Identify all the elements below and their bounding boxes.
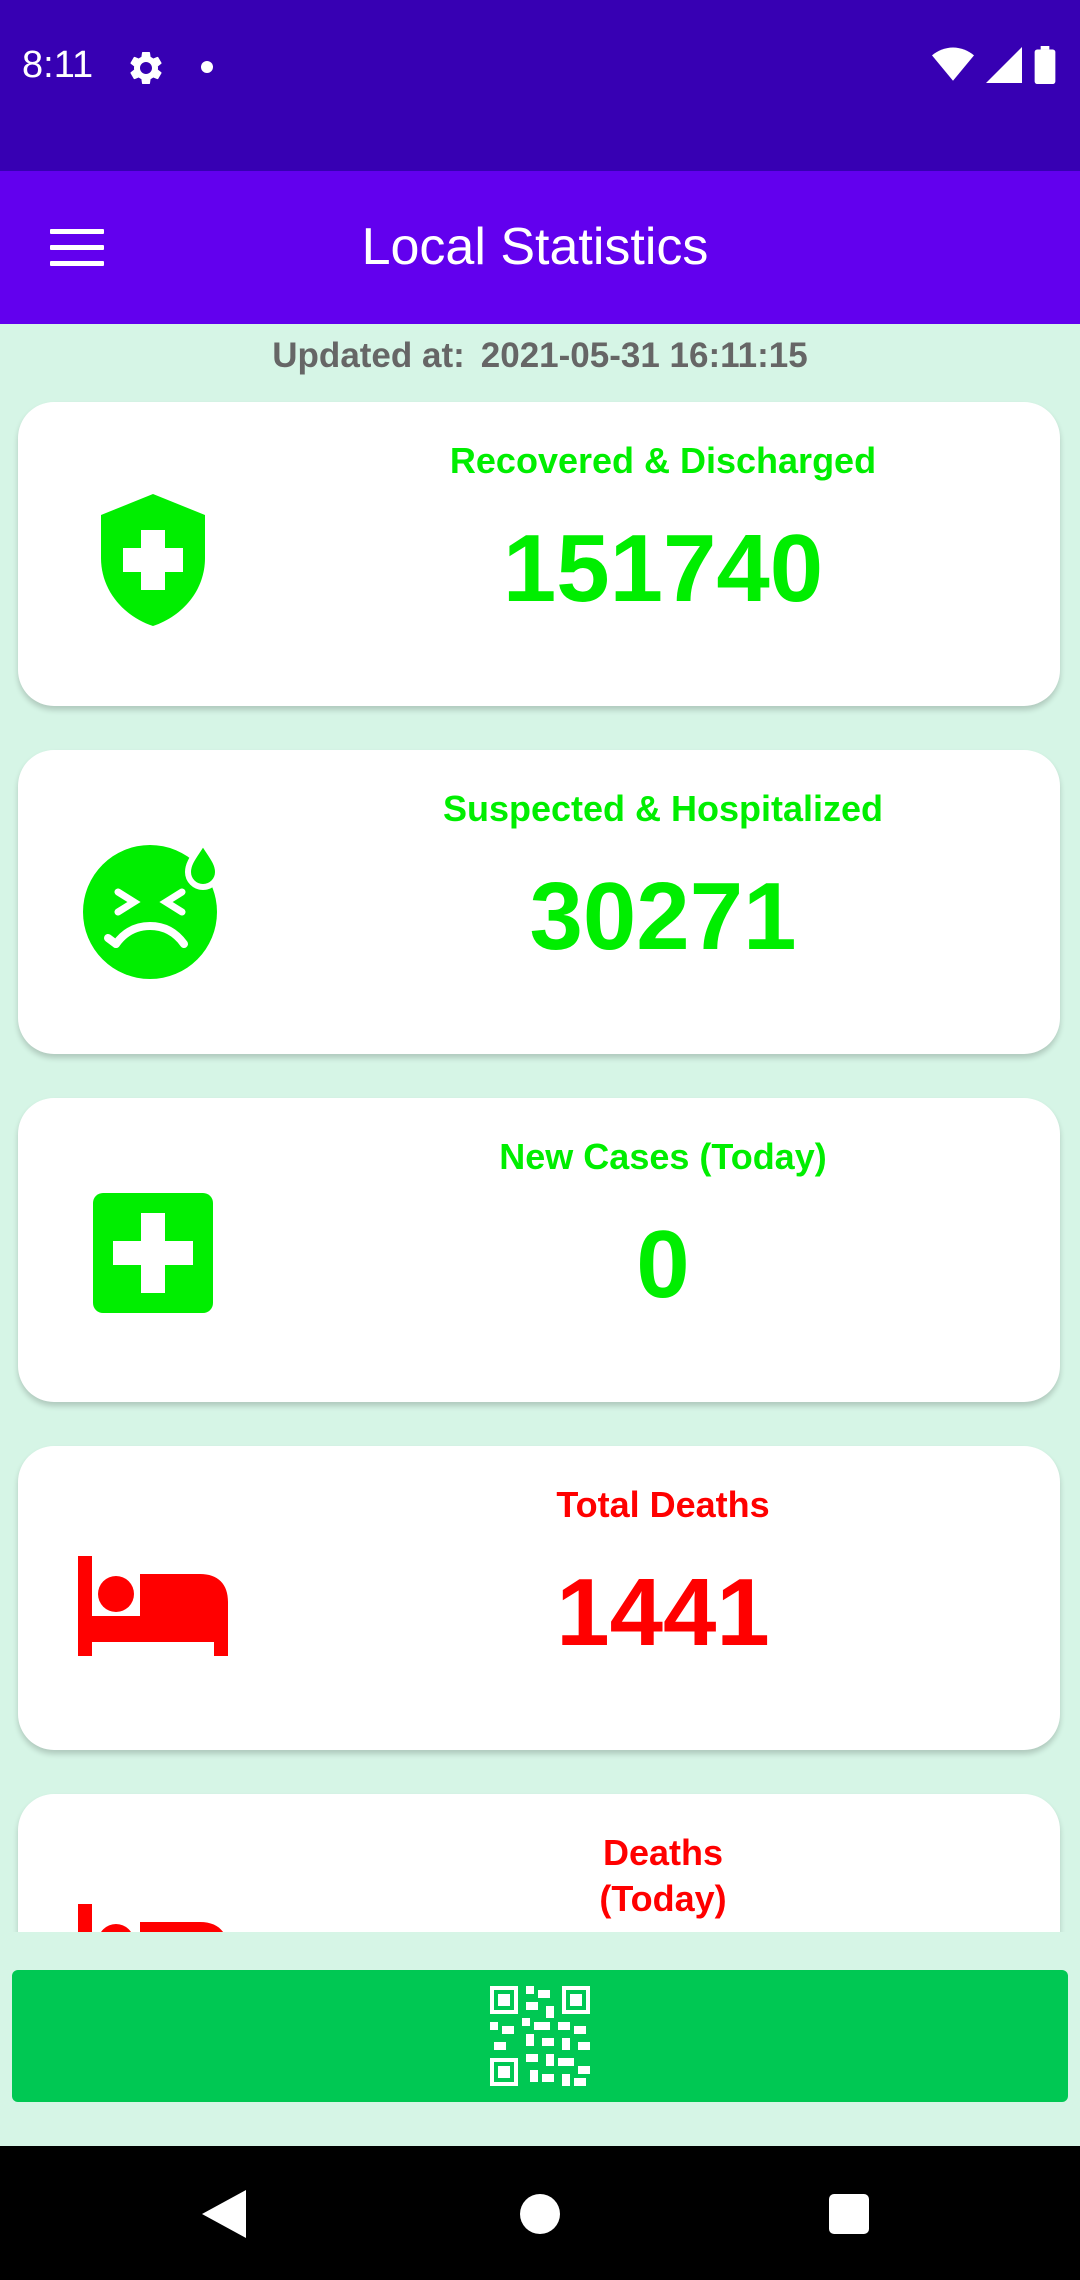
system-icons [932, 46, 1056, 84]
updated-at-label: Updated at: [272, 336, 465, 375]
cellular-signal-icon [986, 47, 1022, 83]
stat-card-recovered: Recovered & Discharged 151740 [18, 402, 1060, 706]
stat-value: 151740 [502, 515, 824, 622]
stat-card-suspected: Suspected & Hospitalized 30271 [18, 750, 1060, 1054]
stat-label: Recovered & Discharged [449, 440, 877, 481]
stat-label: New Cases (Today) [499, 1136, 827, 1177]
battery-icon [1034, 46, 1056, 84]
shield-plus-icon [101, 494, 205, 626]
qr-scan-button[interactable] [12, 1970, 1068, 2102]
stat-value: 0 [636, 1211, 690, 1318]
back-icon[interactable] [202, 2190, 246, 2238]
notification-dot-icon [201, 61, 213, 73]
stat-label: Deaths (Today) [599, 1832, 727, 1919]
stat-label: Total Deaths [556, 1484, 770, 1525]
stats-list[interactable]: Updated at: 2021-05-31 16:11:15 Recovered… [0, 324, 1080, 1932]
page-title: Local Statistics [361, 218, 709, 276]
qr-code-icon [490, 1986, 590, 2086]
wifi-icon [932, 47, 974, 81]
stat-value: 30271 [529, 863, 797, 970]
updated-at-value: 2021-05-31 16:11:15 [480, 336, 808, 375]
hotel-bed-icon [78, 1556, 228, 1656]
home-icon[interactable] [520, 2194, 560, 2234]
stat-card-deaths-today: Deaths (Today) [18, 1794, 1060, 1932]
stat-label: Suspected & Hospitalized [442, 788, 884, 829]
status-time: 8:11 [22, 44, 94, 86]
sick-face-icon [83, 836, 222, 979]
updated-at: Updated at: 2021-05-31 16:11:15 [0, 336, 1080, 376]
status-bar: 8:11 [0, 0, 1080, 171]
system-nav-bar [0, 2146, 1080, 2280]
stat-value: 1441 [556, 1559, 770, 1666]
settings-gear-icon [130, 52, 162, 84]
stat-card-total-deaths: Total Deaths 1441 [18, 1446, 1060, 1750]
medical-cross-icon [93, 1193, 213, 1313]
recents-icon[interactable] [829, 2194, 869, 2234]
stat-card-new-cases: New Cases (Today) 0 [18, 1098, 1060, 1402]
app-bar: Local Statistics [0, 171, 1080, 324]
hotel-bed-icon [78, 1904, 223, 1932]
